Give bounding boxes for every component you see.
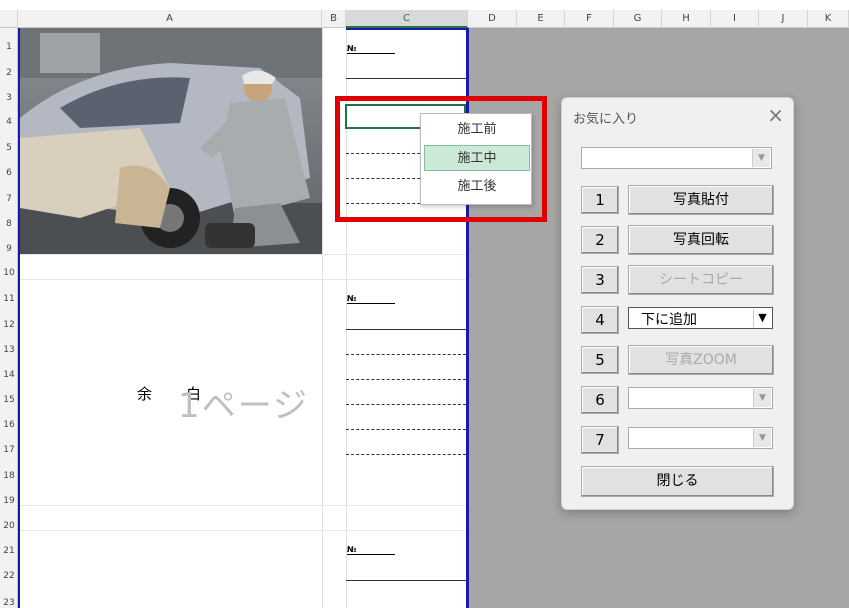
dropdown-option-after[interactable]: 施工後 <box>424 174 530 200</box>
row-header-19[interactable]: 19 <box>0 496 18 506</box>
row-header: 1 2 3 4 5 6 7 8 9 10 11 12 13 14 15 16 1… <box>0 28 18 608</box>
favorites-dialog: お気に入り × ▼ 1 写真貼付 2 写真回転 3 シートコピー 4 下に追加 … <box>561 97 794 510</box>
page-number-watermark: 1ページ <box>178 386 309 426</box>
row-header-22[interactable]: 22 <box>0 571 18 581</box>
row-header-16[interactable]: 16 <box>0 420 18 430</box>
row-header-1[interactable]: 1 <box>0 42 18 52</box>
row-header-10[interactable]: 10 <box>0 268 18 278</box>
row-header-9[interactable]: 9 <box>0 244 18 254</box>
photo-zoom-button[interactable]: 写真ZOOM <box>628 345 774 375</box>
row-header-4[interactable]: 4 <box>0 117 18 127</box>
row-header-15[interactable]: 15 <box>0 395 18 405</box>
dialog-title: お気に入り <box>573 112 639 127</box>
column-header-i[interactable]: I <box>711 10 759 28</box>
column-header-b[interactable]: B <box>322 10 346 28</box>
chevron-down-icon[interactable]: ▼ <box>753 309 771 327</box>
slot-6-combo[interactable]: ▼ <box>628 387 773 409</box>
rotate-photo-button[interactable]: 写真回転 <box>628 225 774 255</box>
column-header-c[interactable]: C <box>346 10 468 28</box>
add-below-combo[interactable]: 下に追加 ▼ <box>628 307 773 329</box>
chevron-down-icon[interactable]: ▼ <box>752 149 770 167</box>
block-no-label: № <box>347 294 395 304</box>
row-header-17[interactable]: 17 <box>0 445 18 455</box>
column-header-h[interactable]: H <box>662 10 711 28</box>
row-header-8[interactable]: 8 <box>0 219 18 229</box>
row-header-12[interactable]: 12 <box>0 320 18 330</box>
dropdown-option-during[interactable]: 施工中 <box>424 145 530 171</box>
button-number-3[interactable]: 3 <box>581 266 619 294</box>
row-header-18[interactable]: 18 <box>0 471 18 481</box>
select-all-corner[interactable] <box>0 10 18 28</box>
row-header-7[interactable]: 7 <box>0 194 18 204</box>
chevron-down-icon[interactable]: ▼ <box>753 429 771 447</box>
print-border-top <box>346 28 468 30</box>
column-header-j[interactable]: J <box>759 10 808 28</box>
row-header-13[interactable]: 13 <box>0 345 18 355</box>
add-below-combo-value: 下に追加 <box>641 312 697 328</box>
column-header-f[interactable]: F <box>565 10 614 28</box>
button-number-6[interactable]: 6 <box>581 386 619 414</box>
column-header-e[interactable]: E <box>517 10 565 28</box>
row-header-3[interactable]: 3 <box>0 93 18 103</box>
block-no-label: № <box>347 545 395 555</box>
button-number-1[interactable]: 1 <box>581 186 619 214</box>
button-number-2[interactable]: 2 <box>581 226 619 254</box>
column-header-k[interactable]: K <box>808 10 849 28</box>
row-header-11[interactable]: 11 <box>0 294 18 304</box>
row-header-20[interactable]: 20 <box>0 521 18 531</box>
close-icon[interactable]: × <box>767 103 784 127</box>
row-header-21[interactable]: 21 <box>0 546 18 556</box>
car-repair-photo[interactable] <box>20 28 322 254</box>
block-no-label: № <box>347 44 395 54</box>
row-header-14[interactable]: 14 <box>0 370 18 380</box>
column-header-g[interactable]: G <box>614 10 662 28</box>
chevron-down-icon[interactable]: ▼ <box>753 389 771 407</box>
close-button[interactable]: 閉じる <box>581 466 774 497</box>
row-header-5[interactable]: 5 <box>0 143 18 153</box>
paste-photo-button[interactable]: 写真貼付 <box>628 185 774 215</box>
row-header-6[interactable]: 6 <box>0 168 18 178</box>
column-header-a[interactable]: A <box>18 10 322 28</box>
row-header-2[interactable]: 2 <box>0 68 18 78</box>
slot-7-combo[interactable]: ▼ <box>628 427 773 449</box>
row-header-23[interactable]: 23 <box>0 598 18 608</box>
dropdown-option-before[interactable]: 施工前 <box>424 117 530 143</box>
margin-label-yo: 余 <box>137 385 153 403</box>
button-number-5[interactable]: 5 <box>581 346 619 374</box>
button-number-4[interactable]: 4 <box>581 306 619 334</box>
cell-dropdown-list[interactable]: 施工前 施工中 施工後 <box>420 113 532 205</box>
column-header-d[interactable]: D <box>468 10 517 28</box>
column-header: A B C D E F G H I J K <box>0 10 849 28</box>
button-number-7[interactable]: 7 <box>581 426 619 454</box>
sheet-copy-button[interactable]: シートコピー <box>628 265 774 295</box>
top-combo-box[interactable]: ▼ <box>581 147 772 169</box>
